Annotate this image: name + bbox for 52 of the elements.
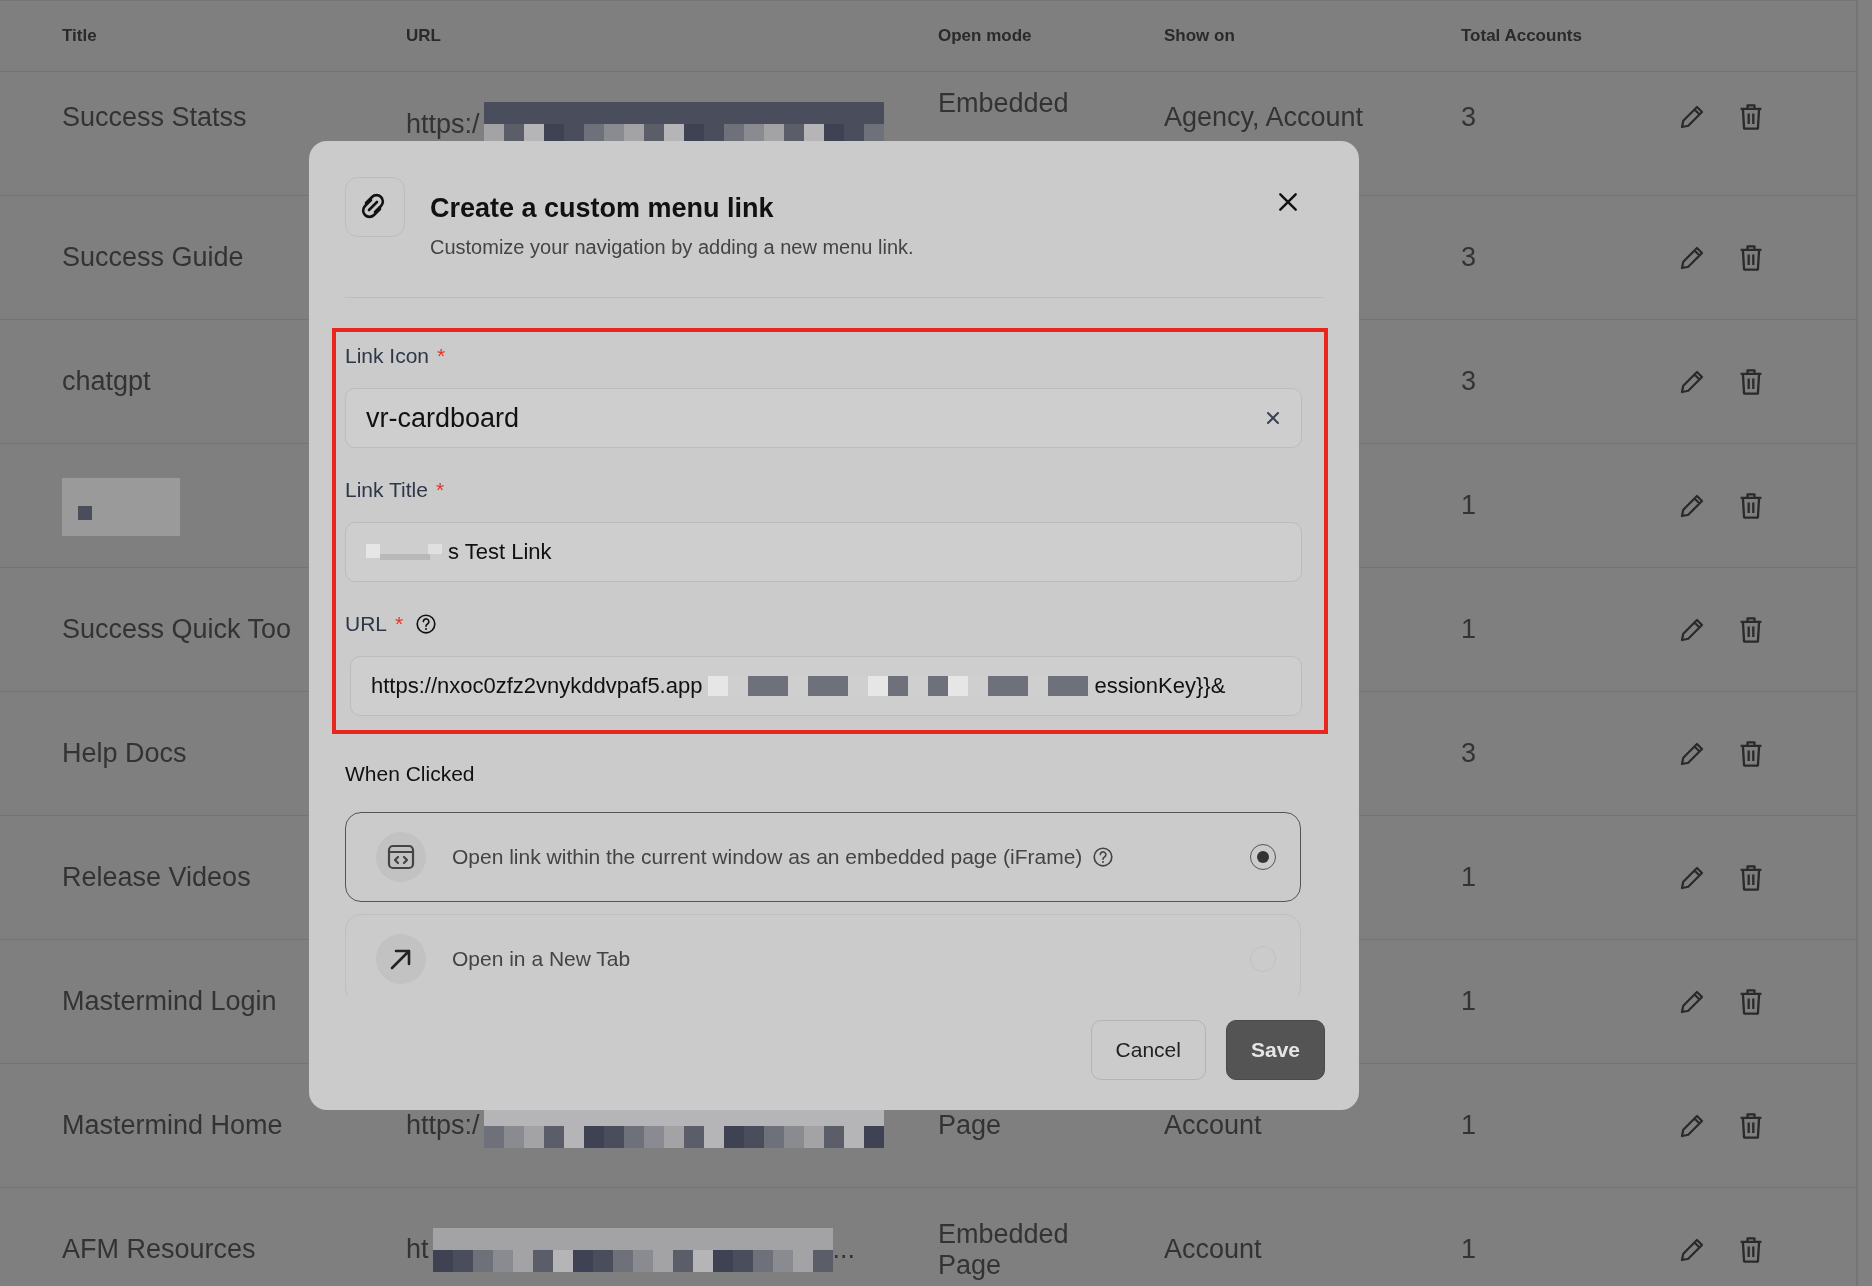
- open-mode-text: Embedded: [938, 88, 1069, 119]
- required-marker: *: [435, 478, 445, 502]
- account-count: 3: [1461, 102, 1477, 133]
- url-text: ...: [832, 1234, 856, 1265]
- icon-select[interactable]: vr-cardboard: [345, 388, 1302, 448]
- column-header: Total Accounts: [1461, 26, 1583, 46]
- link-title: Mastermind Login: [62, 986, 277, 1017]
- link-title: chatgpt: [62, 366, 151, 397]
- account-count: 1: [1461, 1234, 1477, 1265]
- required-marker: *: [395, 612, 404, 636]
- account-count: 1: [1461, 862, 1477, 893]
- account-count: 1: [1461, 1110, 1477, 1141]
- save-button[interactable]: Save: [1225, 1020, 1325, 1080]
- account-count: 3: [1461, 242, 1477, 273]
- show-on-text: Account: [1164, 1234, 1262, 1265]
- open-mode-text: Page: [938, 1110, 1002, 1141]
- url-text: ht: [406, 1234, 429, 1265]
- dialog-subtitle: Customize your navigation by adding a new menu link.: [430, 236, 915, 259]
- field-label: Link Icon: [345, 344, 430, 368]
- option-label: Open link within the current window as an embedded page (iFrame): [452, 845, 1083, 869]
- open-mode-text: Embedded: [938, 1218, 1069, 1250]
- column-header: Show on: [1164, 26, 1236, 46]
- account-count: 1: [1461, 490, 1477, 521]
- link-title: AFM Resources: [62, 1234, 256, 1265]
- field-label: URL: [345, 612, 387, 636]
- url-text: https:/: [406, 1110, 480, 1141]
- link-title: Success Quick Too: [62, 614, 292, 645]
- link-title: Release Videos: [62, 862, 251, 893]
- column-header: URL: [406, 26, 442, 46]
- section-label: When Clicked: [345, 762, 476, 786]
- dialog-title: Create a custom menu link: [430, 193, 775, 224]
- account-count: 1: [1461, 614, 1477, 645]
- account-count: 3: [1461, 738, 1477, 769]
- url-text: https:/: [406, 108, 480, 140]
- show-on-text: Agency, Account: [1164, 102, 1364, 133]
- link-title: Success Statss: [62, 102, 247, 133]
- link-title: Help Docs: [62, 738, 187, 769]
- account-count: 1: [1461, 986, 1477, 1017]
- field-label: Link Title: [345, 478, 428, 502]
- open-option[interactable]: Open link within the current window as an embedded page (iFrame): [345, 812, 1301, 902]
- column-header: Open mode: [938, 26, 1033, 46]
- link-title: Success Guide: [62, 242, 244, 273]
- title-field[interactable]: s Test Link: [345, 522, 1302, 582]
- open-mode-text: Page: [938, 1249, 1002, 1281]
- cancel-button[interactable]: Cancel: [1090, 1020, 1206, 1080]
- option-label: Open in a New Tab: [452, 947, 631, 971]
- account-count: 3: [1461, 366, 1477, 397]
- url-field[interactable]: https://nxoc0zfz2vnykddvpaf5.app essionKey}}&: [350, 656, 1302, 716]
- column-header: Title: [61, 26, 98, 46]
- show-on-text: Account: [1164, 1110, 1262, 1141]
- link-title: Mastermind Home: [62, 1110, 283, 1141]
- required-marker: *: [437, 344, 446, 368]
